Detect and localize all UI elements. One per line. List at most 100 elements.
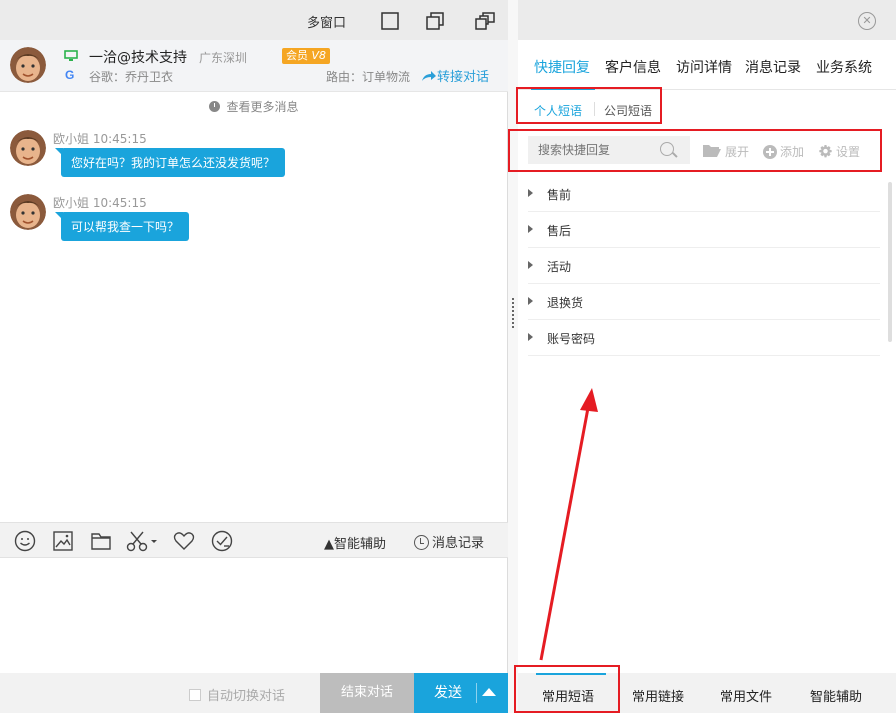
- auto-switch-label: 自动切换对话: [207, 689, 286, 704]
- input-toolbar: ▲智能辅助 消息记录: [0, 522, 508, 558]
- open-folder-icon: [703, 145, 721, 157]
- auto-switch-checkbox: [189, 689, 201, 701]
- category-presale[interactable]: 售前: [528, 176, 880, 212]
- emoji-icon[interactable]: [13, 529, 37, 553]
- tab-quick-reply[interactable]: 快捷回复: [534, 57, 590, 77]
- expand-button[interactable]: 展开: [702, 143, 749, 160]
- tab-personal-phrases[interactable]: 个人短语: [534, 102, 582, 119]
- google-icon: G: [65, 68, 75, 82]
- customer-info-bar: 一洽@技术支持 广东深圳 会员 V8 G 谷歌：乔丹卫衣 路由：订单物流 转接对…: [0, 40, 508, 92]
- chat-topbar: 多窗口: [0, 0, 508, 40]
- tab-message-record[interactable]: 消息记录: [745, 57, 801, 77]
- heart-icon[interactable]: [172, 529, 196, 553]
- active-tab-indicator: [531, 87, 595, 90]
- plus-circle-icon: [763, 145, 777, 159]
- side-bottom-nav: 常用短语 常用链接 常用文件 智能辅助: [518, 673, 896, 713]
- sender-avatar: [10, 194, 46, 230]
- vip-badge: 会员 V8: [282, 48, 331, 64]
- tab-smart-assist[interactable]: 智能辅助: [810, 686, 862, 705]
- send-button[interactable]: 发送: [414, 673, 508, 713]
- route-info: 路由：订单物流: [326, 70, 411, 84]
- chat-panel: 多窗口 一洽@技术支持 广东深圳 会员 V8 G 谷歌：乔丹卫衣 路由：订单物流…: [0, 0, 508, 713]
- transfer-arrow-icon: [422, 71, 436, 81]
- sender-name: 欧小姐: [53, 196, 90, 210]
- sender-avatar: [10, 130, 46, 166]
- message-time: 10:45:15: [92, 196, 147, 210]
- tab-visit-detail[interactable]: 访问详情: [676, 57, 732, 77]
- auto-switch-toggle[interactable]: 自动切换对话: [189, 685, 285, 704]
- restore-icon[interactable]: [424, 11, 446, 31]
- settings-button[interactable]: 设置: [818, 143, 860, 160]
- active-bottom-indicator: [536, 673, 606, 675]
- vip-label: 会员: [286, 49, 308, 62]
- category-activity[interactable]: 活动: [528, 248, 880, 284]
- record-label: 消息记录: [432, 536, 485, 551]
- category-return-exchange[interactable]: 退换货: [528, 284, 880, 320]
- clock-icon: [209, 101, 221, 112]
- tab-company-phrases[interactable]: 公司短语: [604, 102, 652, 119]
- image-icon[interactable]: [51, 529, 75, 553]
- message-bubble: 可以帮我查一下吗？: [54, 212, 190, 241]
- category-scrollbar[interactable]: [888, 182, 892, 342]
- assist-label: 智能辅助: [334, 537, 387, 552]
- side-tabs: 快捷回复 客户信息 访问详情 消息记录 业务系统: [518, 40, 896, 90]
- message-record-button[interactable]: 消息记录: [414, 532, 484, 551]
- load-more-label: 查看更多消息: [226, 100, 299, 114]
- message-time: 10:45:15: [92, 132, 147, 146]
- tab-common-phrases[interactable]: 常用短语: [542, 686, 594, 705]
- customer-avatar: [10, 47, 46, 83]
- splitter-grip: [512, 298, 514, 328]
- expand-triangle-icon: [528, 225, 533, 233]
- category-label: 账号密码: [547, 332, 596, 346]
- tab-business-system[interactable]: 业务系统: [816, 57, 872, 77]
- popout-icon[interactable]: [474, 11, 496, 31]
- category-label: 售后: [547, 224, 572, 238]
- customer-name: 一洽@技术支持: [89, 50, 187, 66]
- category-label: 退换货: [547, 296, 584, 310]
- transfer-chat-button[interactable]: 转接对话: [421, 66, 489, 85]
- side-panel: ✕ 快捷回复 客户信息 访问详情 消息记录 业务系统 个人短语 公司短语 展开 …: [518, 0, 896, 713]
- quick-reply-search-row: 展开 添加 设置: [518, 134, 896, 168]
- close-icon[interactable]: ✕: [858, 12, 876, 30]
- chat-bottom-bar: 自动切换对话 结束对话 发送: [0, 673, 508, 713]
- transfer-label: 转接对话: [437, 70, 490, 85]
- end-chat-button[interactable]: 结束对话: [320, 673, 414, 713]
- tab-common-links[interactable]: 常用链接: [632, 686, 684, 705]
- side-topbar: ✕: [518, 0, 896, 40]
- tab-common-files[interactable]: 常用文件: [720, 686, 772, 705]
- tab-customer-info[interactable]: 客户信息: [605, 57, 661, 77]
- expand-triangle-icon: [528, 261, 533, 269]
- maximize-icon[interactable]: [379, 11, 401, 31]
- panel-splitter[interactable]: [508, 0, 518, 713]
- message-bubble: 您好在吗？我的订单怎么还没发货呢？: [54, 148, 286, 177]
- settings-icon: [819, 144, 832, 158]
- message-meta: 欧小姐 10:45:15: [53, 130, 147, 147]
- expand-triangle-icon: [528, 189, 533, 197]
- send-label: 发送: [434, 685, 462, 701]
- expand-label: 展开: [725, 145, 750, 159]
- message-input-area[interactable]: [0, 559, 508, 673]
- sender-name: 欧小姐: [53, 132, 90, 146]
- monitor-icon: [64, 50, 78, 66]
- category-label: 活动: [547, 260, 572, 274]
- check-circle-icon[interactable]: [210, 529, 234, 553]
- scissors-icon[interactable]: [125, 529, 159, 553]
- add-button[interactable]: 添加: [763, 143, 804, 160]
- category-account-password[interactable]: 账号密码: [528, 320, 880, 356]
- add-label: 添加: [780, 145, 805, 159]
- category-aftersale[interactable]: 售后: [528, 212, 880, 248]
- vip-level: V8: [311, 49, 327, 62]
- search-icon[interactable]: [660, 142, 674, 156]
- expand-triangle-icon: [528, 297, 533, 305]
- settings-label: 设置: [836, 145, 861, 159]
- active-subtab-indicator: [532, 123, 588, 124]
- clock-icon: [414, 535, 429, 550]
- message-meta: 欧小姐 10:45:15: [53, 194, 147, 211]
- send-options-icon: [482, 688, 496, 696]
- multi-window-label[interactable]: 多窗口: [307, 12, 346, 31]
- expand-triangle-icon: [528, 333, 533, 341]
- load-more-history[interactable]: 查看更多消息: [0, 98, 508, 115]
- smart-assist-button[interactable]: ▲智能辅助: [324, 533, 386, 552]
- folder-icon[interactable]: [89, 529, 113, 553]
- phrase-subtabs: 个人短语 公司短语: [518, 92, 896, 128]
